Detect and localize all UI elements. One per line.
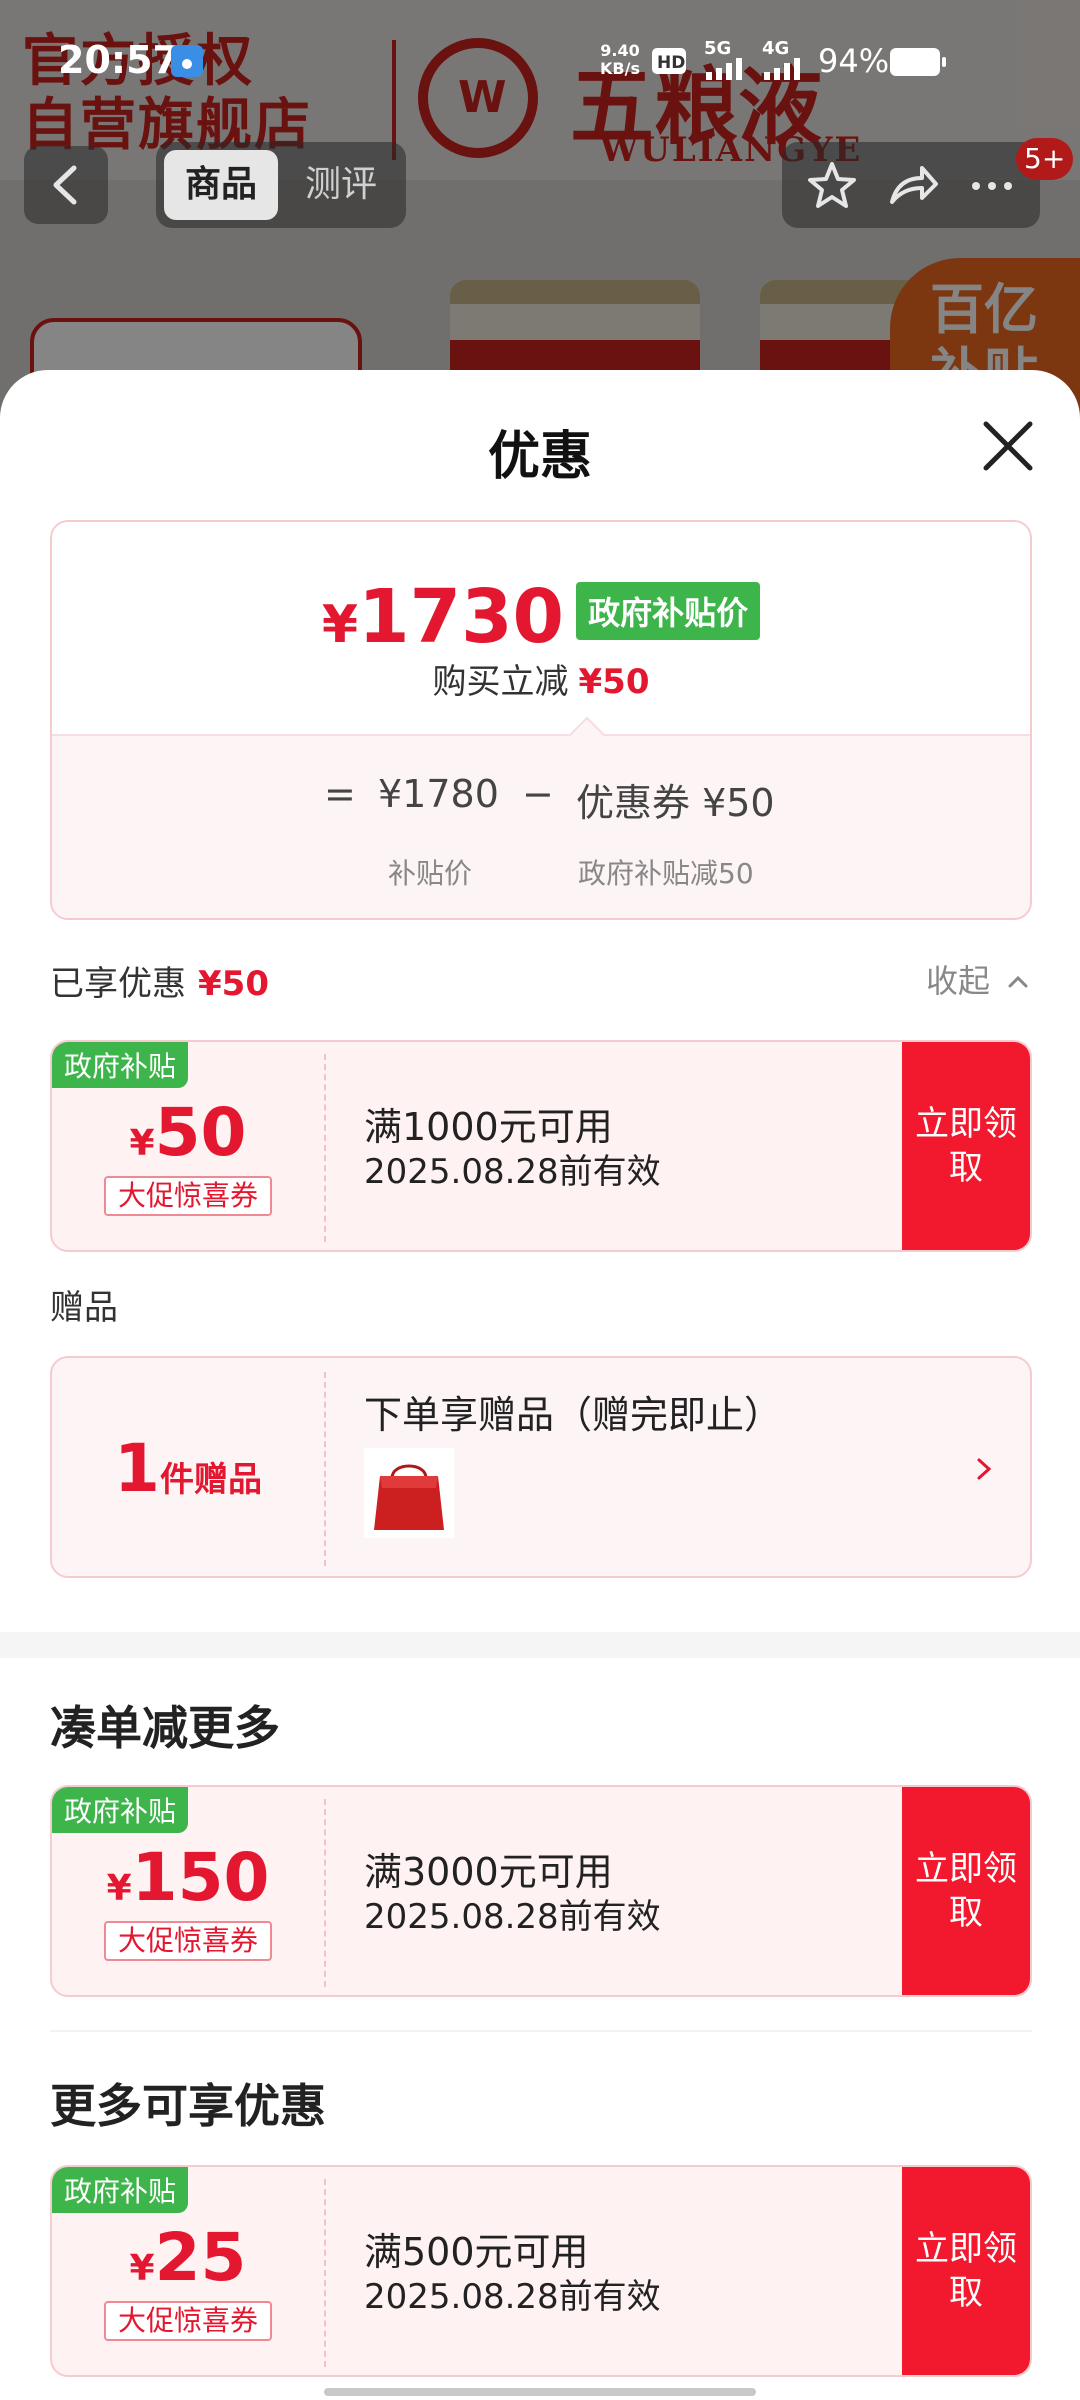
home-indicator[interactable] bbox=[324, 2388, 756, 2396]
gov-subsidy-tag: 政府补贴 bbox=[52, 2167, 189, 2213]
svg-text:HD: HD bbox=[657, 53, 685, 73]
claim-coupon-button[interactable]: 立即领取 bbox=[902, 1042, 1030, 1250]
coupon-part-label: 政府补贴减50 bbox=[578, 857, 754, 890]
nav-actions bbox=[782, 142, 1040, 228]
chevron-up-icon[interactable] bbox=[1006, 970, 1030, 994]
coupon-condition: 满1000元可用 bbox=[364, 1105, 613, 1149]
gift-description: 下单享赠品（赠完即止） bbox=[364, 1393, 783, 1437]
gov-subsidy-tag: 政府补贴 bbox=[52, 1042, 189, 1088]
chevron-left-icon bbox=[53, 165, 77, 205]
coupon-part: 优惠券 ¥50 bbox=[576, 781, 775, 825]
coupon-validity: 2025.08.28前有效 bbox=[364, 2277, 661, 2317]
reduce-row: 购买立减 ¥50 bbox=[52, 654, 1030, 703]
star-icon[interactable] bbox=[802, 156, 862, 216]
more-badge: 5+ bbox=[1016, 138, 1074, 180]
enjoyed-label: 已享优惠 bbox=[50, 964, 186, 1004]
share-icon[interactable] bbox=[882, 156, 942, 216]
chevron-right-icon[interactable] bbox=[972, 1454, 996, 1484]
discount-sheet: 优惠 ¥1730 政府补贴价 购买立减 ¥50 = ¥1780 − 优惠券 ¥50 … bbox=[0, 370, 1080, 2400]
tab-review[interactable]: 测评 bbox=[284, 150, 398, 220]
final-price-row: ¥1730 政府补贴价 bbox=[52, 574, 1030, 660]
coupon-type-badge: 大促惊喜券 bbox=[104, 1921, 272, 1961]
divider bbox=[50, 2030, 1032, 2032]
page-tabs: 商品 测评 bbox=[156, 142, 406, 228]
coupon-condition: 满3000元可用 bbox=[364, 1850, 613, 1894]
coupon-divider bbox=[324, 2179, 326, 2367]
claim-coupon-button[interactable]: 立即领取 bbox=[902, 2167, 1030, 2375]
final-price: 1730 bbox=[358, 574, 565, 660]
gift-divider bbox=[324, 1372, 326, 1566]
coupon-divider bbox=[324, 1054, 326, 1242]
signal-bars-icon bbox=[764, 58, 800, 80]
coupon-card: 政府补贴 ¥50 大促惊喜券 满1000元可用 2025.08.28前有效 立即… bbox=[50, 1040, 1032, 1252]
section-separator bbox=[0, 1632, 1080, 1658]
coupon-card: 政府补贴 ¥150 大促惊喜券 满3000元可用 2025.08.28前有效 立… bbox=[50, 1785, 1032, 1997]
equals-sign: = bbox=[324, 772, 356, 816]
coupon-type-badge: 大促惊喜券 bbox=[104, 2301, 272, 2341]
close-icon[interactable] bbox=[976, 414, 1040, 478]
section-title-more-discount: 凑单减更多 bbox=[50, 1701, 280, 1755]
status-bar: 20:57 9.40 KB/s HD 5G 4G 94% bbox=[0, 0, 1080, 120]
coupon-amount: ¥25 bbox=[129, 2219, 247, 2296]
coupon-condition: 满500元可用 bbox=[364, 2230, 589, 2274]
section-title-more-offers: 更多可享优惠 bbox=[50, 2079, 326, 2133]
collapse-toggle[interactable]: 收起 bbox=[926, 956, 990, 1002]
coupon-divider bbox=[324, 1799, 326, 1987]
signal-bars-icon bbox=[706, 58, 742, 80]
price-breakdown bbox=[52, 734, 1030, 918]
status-time: 20:57 bbox=[58, 38, 179, 82]
price-summary: ¥1730 政府补贴价 购买立减 ¥50 = ¥1780 − 优惠券 ¥50 补贴价… bbox=[50, 520, 1032, 920]
base-price-label: 补贴价 bbox=[388, 857, 473, 890]
battery-percent: 94% bbox=[818, 42, 890, 80]
gov-subsidy-price-tag: 政府补贴价 bbox=[576, 582, 761, 640]
gov-subsidy-tag: 政府补贴 bbox=[52, 1787, 189, 1833]
sheet-title: 优惠 bbox=[487, 427, 592, 487]
minus-sign: − bbox=[522, 772, 554, 816]
reduce-amount: ¥50 bbox=[578, 662, 650, 702]
claim-coupon-button[interactable]: 立即领取 bbox=[902, 1787, 1030, 1995]
reduce-label: 购买立减 bbox=[432, 662, 569, 702]
coupon-amount: ¥150 bbox=[106, 1839, 270, 1916]
gift-section-title: 赠品 bbox=[50, 1288, 118, 1328]
coupon-validity: 2025.08.28前有效 bbox=[364, 1897, 661, 1937]
currency-symbol: ¥ bbox=[321, 595, 359, 655]
base-price: ¥1780 bbox=[378, 772, 499, 816]
enjoyed-amount: ¥50 bbox=[198, 964, 269, 1004]
coupon-card: 政府补贴 ¥25 大促惊喜券 满500元可用 2025.08.28前有效 立即领… bbox=[50, 2165, 1032, 2377]
coupon-amount: ¥50 bbox=[129, 1094, 247, 1171]
gift-card[interactable]: 1件赠品 下单享赠品（赠完即止） bbox=[50, 1356, 1032, 1578]
coupon-validity: 2025.08.28前有效 bbox=[364, 1152, 661, 1192]
enjoyed-discount-row: 已享优惠 ¥50 bbox=[50, 956, 269, 1005]
back-button[interactable] bbox=[24, 146, 108, 224]
network-speed: 9.40 KB/s bbox=[600, 41, 640, 78]
more-icon[interactable] bbox=[962, 156, 1022, 216]
tab-product[interactable]: 商品 bbox=[164, 150, 278, 220]
gift-bag-icon bbox=[364, 1448, 454, 1538]
hd-icon: HD bbox=[652, 48, 686, 74]
app-notification-icon bbox=[171, 45, 203, 77]
battery-icon bbox=[890, 48, 946, 76]
coupon-type-badge: 大促惊喜券 bbox=[104, 1176, 272, 1216]
gift-count: 1件赠品 bbox=[114, 1430, 262, 1507]
